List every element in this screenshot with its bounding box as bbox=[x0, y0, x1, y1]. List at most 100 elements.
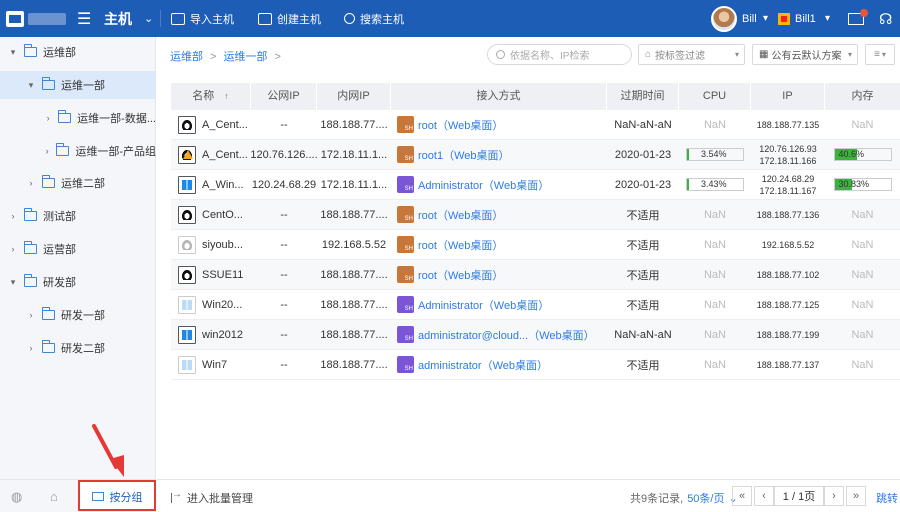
column-header-expire[interactable]: 过期时间 bbox=[607, 83, 679, 110]
host-name-cell[interactable]: A_Cent... bbox=[171, 110, 251, 139]
tree-item-rd-1[interactable]: › 研发一部 bbox=[0, 301, 156, 329]
tree-item-ops-dept[interactable]: ▾ 运维部 bbox=[0, 38, 156, 66]
breadcrumb-item[interactable]: 运维一部 bbox=[223, 51, 267, 63]
host-name-cell[interactable]: SSUE11 bbox=[171, 260, 251, 289]
access-cell[interactable]: root1（Web桌面） bbox=[397, 140, 607, 169]
host-name[interactable]: SSUE11 bbox=[202, 269, 243, 281]
headset-icon[interactable]: ☊ bbox=[879, 0, 892, 37]
cloud-plan-select[interactable]: ▦ 公有云默认方案 ▾ bbox=[752, 44, 858, 65]
user-menu[interactable]: Bill bbox=[711, 0, 757, 37]
host-name[interactable]: A_Cent... bbox=[202, 149, 248, 161]
table-row[interactable]: A_Cent...120.76.126....172.18.11.1... roo… bbox=[171, 140, 900, 170]
access-cell[interactable]: Administrator（Web桌面） bbox=[397, 170, 607, 199]
host-name-cell[interactable]: win2012 bbox=[171, 320, 251, 349]
prev-page-button[interactable]: ‹ bbox=[754, 486, 774, 506]
table-row[interactable]: A_Win...120.24.68.29172.18.11.1...Admini… bbox=[171, 170, 900, 200]
collapse-arrow-icon[interactable]: ▾ bbox=[8, 277, 18, 288]
access-link[interactable]: administrator（Web桌面） bbox=[418, 357, 548, 373]
access-cell[interactable]: root（Web桌面） bbox=[397, 200, 607, 229]
module-title[interactable]: 主机 bbox=[104, 0, 132, 37]
tree-item-test-dept[interactable]: › 测试部 bbox=[0, 202, 156, 230]
table-row[interactable]: siyoub... -- 192.168.5.52 root（Web桌面） 不适用 NaN… bbox=[171, 230, 900, 260]
host-name[interactable]: siyoub... bbox=[202, 239, 243, 251]
import-host-button[interactable]: 导入主机 bbox=[171, 0, 234, 37]
account-dropdown-icon[interactable]: ▾ bbox=[825, 0, 830, 37]
host-name-cell[interactable]: A_Cent... bbox=[171, 140, 251, 169]
search-host-button[interactable]: 搜索主机 bbox=[344, 0, 404, 37]
batch-manage-button[interactable]: 进入批量管理 bbox=[171, 489, 253, 506]
table-row[interactable]: win2012 -- 188.188.77.... administrator@clo… bbox=[171, 320, 900, 350]
host-name-cell[interactable]: A_Win... bbox=[171, 170, 251, 199]
tree-item-rd-dept[interactable]: ▾ 研发部 bbox=[0, 268, 156, 296]
access-link[interactable]: Administrator（Web桌面） bbox=[418, 297, 549, 313]
tag-icon[interactable]: ⌂ bbox=[50, 489, 64, 504]
jump-button[interactable]: 跳转 bbox=[876, 490, 898, 506]
access-link[interactable]: administrator@cloud...（Web桌面） bbox=[418, 327, 595, 343]
chevron-down-icon[interactable]: ⌄ bbox=[144, 0, 153, 37]
expand-arrow-icon[interactable]: › bbox=[8, 211, 18, 221]
page-size-select[interactable]: 50条/页 bbox=[687, 493, 724, 505]
host-name[interactable]: Win7 bbox=[202, 359, 227, 371]
menu-icon[interactable]: ☰ bbox=[77, 0, 93, 37]
tree-item-ops-1[interactable]: ▾ 运维一部 bbox=[0, 71, 156, 99]
app-logo[interactable] bbox=[6, 0, 70, 37]
host-name-cell[interactable]: Win20... bbox=[171, 290, 251, 319]
tag-filter-select[interactable]: ⌂ 按标签过滤 ▾ bbox=[638, 44, 745, 65]
table-row[interactable]: SSUE11 -- 188.188.77.... root（Web桌面） 不适用 NaN 1… bbox=[171, 260, 900, 290]
last-page-button[interactable]: » bbox=[846, 486, 866, 506]
tree-item-ops-1-product[interactable]: › 运维一部-产品组 bbox=[0, 137, 156, 165]
access-link[interactable]: root（Web桌面） bbox=[418, 207, 503, 223]
host-name[interactable]: A_Cent... bbox=[202, 119, 248, 131]
table-row[interactable]: Win20... -- 188.188.77.... Administrator（We… bbox=[171, 290, 900, 320]
host-name-cell[interactable]: CentO... bbox=[171, 200, 251, 229]
access-cell[interactable]: administrator（Web桌面） bbox=[397, 350, 607, 379]
column-header-cpu[interactable]: CPU bbox=[679, 83, 751, 110]
access-link[interactable]: root（Web桌面） bbox=[418, 267, 503, 283]
search-input[interactable]: 依据名称、IP检索 bbox=[487, 44, 632, 65]
access-link[interactable]: root1（Web桌面） bbox=[418, 147, 510, 163]
collapse-arrow-icon[interactable]: ▾ bbox=[8, 47, 18, 58]
account-menu[interactable]: Bill1 bbox=[778, 0, 816, 37]
expand-arrow-icon[interactable]: › bbox=[26, 343, 36, 353]
table-row[interactable]: A_Cent... -- 188.188.77.... root（Web桌面） NaN-… bbox=[171, 110, 900, 140]
access-link[interactable]: root（Web桌面） bbox=[418, 117, 503, 133]
access-cell[interactable]: administrator@cloud...（Web桌面） bbox=[397, 320, 607, 349]
column-header-access[interactable]: 接入方式 bbox=[391, 83, 607, 110]
access-cell[interactable]: root（Web桌面） bbox=[397, 230, 607, 259]
sort-arrow-icon[interactable]: ↑ bbox=[224, 91, 229, 101]
column-header-name[interactable]: 名称 ↑ bbox=[171, 83, 251, 110]
message-button[interactable] bbox=[848, 0, 868, 37]
host-name[interactable]: win2012 bbox=[202, 329, 243, 341]
host-name[interactable]: CentO... bbox=[202, 209, 243, 221]
sort-options-button[interactable]: ≡ ▾ bbox=[865, 44, 895, 65]
tab-by-group[interactable]: 按分组 bbox=[78, 480, 156, 512]
host-name[interactable]: Win20... bbox=[202, 299, 242, 311]
access-link[interactable]: root（Web桌面） bbox=[418, 237, 503, 253]
tree-item-rd-2[interactable]: › 研发二部 bbox=[0, 334, 156, 362]
expand-arrow-icon[interactable]: › bbox=[26, 178, 36, 188]
table-row[interactable]: Win7 -- 188.188.77.... administrator（Web桌面）… bbox=[171, 350, 900, 380]
host-name-cell[interactable]: Win7 bbox=[171, 350, 251, 379]
expand-arrow-icon[interactable]: › bbox=[26, 310, 36, 320]
host-name[interactable]: A_Win... bbox=[202, 179, 244, 191]
expand-arrow-icon[interactable]: › bbox=[44, 113, 52, 123]
column-header-ip[interactable]: IP bbox=[751, 83, 825, 110]
first-page-button[interactable]: « bbox=[732, 486, 752, 506]
host-name-cell[interactable]: siyoub... bbox=[171, 230, 251, 259]
create-host-button[interactable]: 创建主机 bbox=[258, 0, 321, 37]
tree-item-ops-2[interactable]: › 运维二部 bbox=[0, 169, 156, 197]
access-cell[interactable]: root（Web桌面） bbox=[397, 260, 607, 289]
column-header-public-ip[interactable]: 公网IP bbox=[251, 83, 317, 110]
column-header-memory[interactable]: 内存 bbox=[825, 83, 900, 110]
tree-item-operations-dept[interactable]: › 运营部 bbox=[0, 235, 156, 263]
user-dropdown-icon[interactable]: ▾ bbox=[763, 0, 768, 37]
expand-arrow-icon[interactable]: › bbox=[44, 146, 50, 156]
cloud-icon[interactable]: ◍ bbox=[11, 489, 25, 504]
table-row[interactable]: CentO... -- 188.188.77.... root（Web桌面） 不适用 Na… bbox=[171, 200, 900, 230]
access-cell[interactable]: root（Web桌面） bbox=[397, 110, 607, 139]
next-page-button[interactable]: › bbox=[824, 486, 844, 506]
expand-arrow-icon[interactable]: › bbox=[8, 244, 18, 254]
tree-item-ops-1-data[interactable]: › 运维一部-数据... bbox=[0, 104, 156, 132]
breadcrumb-item[interactable]: 运维部 bbox=[170, 51, 203, 63]
collapse-arrow-icon[interactable]: ▾ bbox=[26, 80, 36, 91]
